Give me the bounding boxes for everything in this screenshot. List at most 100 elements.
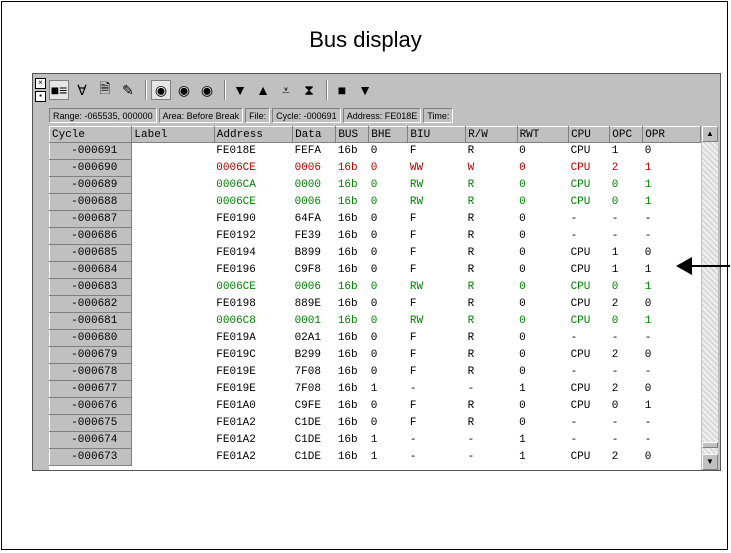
dropdown-icon[interactable]: ▼: [355, 80, 375, 100]
table-cell: F: [409, 366, 417, 378]
table-row[interactable]: -000680 FE019A 02A1 16b 0 F R 0 - - -: [49, 329, 701, 347]
table-cell: 0: [611, 400, 619, 412]
arrow-up-icon[interactable]: ▲: [253, 80, 273, 100]
column-header[interactable]: Cycle: [49, 126, 133, 143]
cycle-cell: -000690: [49, 159, 133, 177]
scroll-down-icon[interactable]: ▼: [702, 454, 718, 470]
table-cell: R: [467, 213, 475, 225]
table-cell: 0: [519, 264, 526, 276]
table-cell: [132, 313, 214, 330]
table-row[interactable]: -000687 FE0190 64FA 16b 0 F R 0 - - -: [49, 210, 701, 228]
column-header[interactable]: Address: [213, 126, 294, 143]
table-cell: 0006: [294, 196, 321, 208]
table-row[interactable]: -000682 FE0198 889E 16b 0 F R 0 CPU 2 0: [49, 295, 701, 313]
table-cell: 2: [611, 162, 619, 174]
table-cell: 0: [611, 315, 619, 327]
table-cell: RW: [409, 179, 424, 191]
table-cell: [132, 398, 214, 415]
table-cell: -: [644, 230, 652, 242]
table-row[interactable]: -000684 FE0196 C9F8 16b 0 F R 0 CPU 1 1: [49, 261, 701, 279]
table-row[interactable]: -000675 FE01A2 C1DE 16b 0 F R 0 - - -: [49, 414, 701, 432]
table-cell: 0: [519, 213, 526, 225]
column-header[interactable]: Data: [292, 126, 337, 143]
table-row[interactable]: -000679 FE019C B299 16b 0 F R 0 CPU 2 0: [49, 346, 701, 364]
table-cell: 0: [644, 298, 652, 310]
search-prev-icon[interactable]: ◉: [197, 80, 217, 100]
table-cell: 16b: [337, 451, 358, 463]
column-header[interactable]: BHE: [368, 126, 409, 143]
table-cell: 0: [519, 315, 526, 327]
document-icon[interactable]: 🗎: [95, 80, 115, 100]
table-cell: F: [409, 349, 417, 361]
column-header[interactable]: R/W: [465, 126, 518, 143]
column-header[interactable]: BUS: [335, 126, 370, 143]
cycle-cell: -000691: [49, 142, 133, 160]
table-cell: 0: [370, 281, 378, 293]
table-row[interactable]: -000691 FE018E FEFA 16b 0 F R 0 CPU 1 0: [49, 142, 701, 160]
table-cell: -: [570, 332, 578, 344]
table-row[interactable]: -000683 0006CE 0006 16b 0 RW R 0 CPU 0 1: [49, 278, 701, 296]
table-cell: [132, 330, 214, 347]
table-row[interactable]: -000681 0006C8 0001 16b 0 RW R 0 CPU 0 1: [49, 312, 701, 330]
table-row[interactable]: -000677 FE019E 7F08 16b 1 - - 1 CPU 2 0: [49, 380, 701, 398]
table-cell: 0: [519, 196, 526, 208]
column-header[interactable]: RWT: [516, 126, 570, 143]
table-cell: CPU: [570, 349, 591, 361]
arrow-bottom-icon[interactable]: ⧗: [299, 80, 319, 100]
table-row[interactable]: -000690 0006CE 0006 16b 0 WW W 0 CPU 2 1: [49, 159, 701, 177]
table-cell: FE01A2: [216, 451, 256, 463]
table-cell: F: [409, 400, 417, 412]
table-row[interactable]: -000676 FE01A0 C9FE 16b 0 F R 0 CPU 0 1: [49, 397, 701, 415]
bus-trace-table[interactable]: Cycle Label Address Data BUS BHE BIU R/W RWT CPU O…: [49, 126, 701, 470]
table-cell: FE0194: [216, 247, 256, 259]
table-row[interactable]: -000673 FE01A2 C1DE 16b 1 - - 1 CPU 2 0: [49, 448, 701, 466]
table-cell: CPU: [570, 298, 591, 310]
table-cell: 16b: [337, 230, 358, 242]
table-cell: 2: [611, 383, 619, 395]
table-row[interactable]: -000685 FE0194 B899 16b 0 F R 0 CPU 1 0: [49, 244, 701, 262]
arrow-down-icon[interactable]: ▼: [230, 80, 250, 100]
column-header[interactable]: OPC: [609, 126, 644, 143]
table-row[interactable]: -000686 FE0192 FE39 16b 0 F R 0 - - -: [49, 227, 701, 245]
table-cell: C1DE: [294, 451, 321, 463]
cycle-cell: -000685: [49, 244, 133, 262]
table-cell: FE019E: [216, 383, 256, 395]
table-cell: F: [409, 264, 417, 276]
search-next-icon[interactable]: ◉: [174, 80, 194, 100]
column-header[interactable]: Label: [131, 126, 215, 143]
table-cell: C9FE: [294, 400, 321, 412]
scroll-thumb[interactable]: [702, 442, 718, 448]
area-info: Area: Before Break: [158, 108, 244, 123]
record-icon[interactable]: ■≡: [49, 80, 69, 100]
cycle-cell: -000689: [49, 176, 133, 194]
table-cell: 16b: [337, 162, 358, 174]
time-info: Time:: [423, 108, 454, 123]
table-cell: 0: [370, 298, 378, 310]
table-cell: 2: [611, 451, 619, 463]
filter-icon[interactable]: ∀: [72, 80, 92, 100]
vertical-scrollbar[interactable]: ▲ ▼: [702, 126, 718, 470]
table-row[interactable]: -000674 FE01A2 C1DE 16b 1 - - 1 - - -: [49, 431, 701, 449]
table-cell: 0: [519, 230, 526, 242]
stop-icon[interactable]: ■: [332, 80, 352, 100]
column-header[interactable]: BIU: [407, 126, 467, 143]
column-header[interactable]: OPR: [642, 126, 701, 143]
table-cell: 1: [644, 179, 652, 191]
table-row[interactable]: -000678 FE019E 7F08 16b 0 F R 0 - - -: [49, 363, 701, 381]
arrow-down-double-icon[interactable]: ⩡: [276, 80, 296, 100]
table-row[interactable]: -000688 0006CE 0006 16b 0 RW R 0 CPU 0 1: [49, 193, 701, 211]
table-cell: 0: [370, 179, 378, 191]
cycle-info: Cycle: -000691: [272, 108, 341, 123]
column-header[interactable]: CPU: [568, 126, 611, 143]
table-cell: 889E: [294, 298, 321, 310]
table-cell: FE0196: [216, 264, 256, 276]
search-icon[interactable]: ◉: [151, 80, 171, 100]
restore-icon[interactable]: ▪: [35, 91, 46, 102]
table-row[interactable]: -000689 0006CA 0000 16b 0 RW R 0 CPU 0 1: [49, 176, 701, 194]
scroll-up-icon[interactable]: ▲: [702, 126, 718, 142]
close-icon[interactable]: ×: [35, 78, 46, 89]
cycle-cell: -000675: [49, 414, 133, 432]
table-cell: -: [467, 383, 475, 395]
pencil-icon[interactable]: ✎: [118, 80, 138, 100]
table-cell: -: [409, 434, 417, 446]
